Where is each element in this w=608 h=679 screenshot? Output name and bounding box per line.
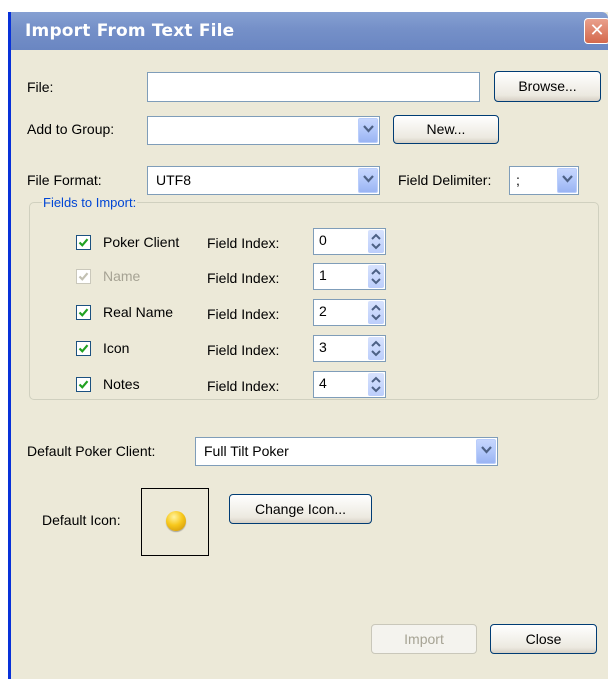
file-label: File: (27, 79, 54, 95)
group-select[interactable] (147, 116, 380, 145)
spin-arrows-icon[interactable] (368, 265, 384, 288)
checkbox-real-name[interactable] (76, 305, 91, 320)
default-icon-preview (141, 488, 209, 556)
field-index-spinner-notes[interactable]: 4 (313, 371, 386, 398)
file-format-select[interactable]: UTF8 (147, 166, 380, 195)
field-index-spinner-icon[interactable]: 3 (313, 335, 386, 362)
field-delimiter-label: Field Delimiter: (398, 172, 492, 188)
file-format-label: File Format: (27, 172, 102, 188)
close-window-button[interactable]: ✕ (584, 18, 608, 44)
field-name-poker-client: Poker Client (103, 234, 180, 250)
checkbox-notes[interactable] (76, 377, 91, 392)
field-name-icon: Icon (103, 340, 130, 356)
change-icon-button[interactable]: Change Icon... (229, 494, 372, 524)
field-delimiter-select[interactable]: ; (509, 166, 579, 195)
checkmark-icon (78, 380, 89, 389)
field-index-label: Field Index: (207, 306, 280, 322)
checkbox-icon[interactable] (76, 341, 91, 356)
field-index-label: Field Index: (207, 270, 280, 286)
title-bar[interactable]: Import From Text File ✕ (11, 12, 608, 50)
chevron-down-icon[interactable] (476, 439, 496, 464)
new-group-button[interactable]: New... (393, 115, 499, 144)
field-index-label: Field Index: (207, 235, 280, 251)
default-icon-label: Default Icon: (42, 512, 121, 528)
chevron-down-icon[interactable] (358, 118, 378, 143)
checkmark-icon (78, 238, 89, 247)
add-to-group-label: Add to Group: (27, 121, 115, 137)
checkmark-icon (78, 344, 89, 353)
gold-chip-icon (166, 511, 186, 531)
default-poker-client-label: Default Poker Client: (27, 443, 156, 459)
spin-arrows-icon[interactable] (368, 230, 384, 253)
checkmark-icon (78, 308, 89, 317)
field-index-label: Field Index: (207, 342, 280, 358)
chevron-down-icon[interactable] (557, 168, 577, 193)
default-poker-client-select[interactable]: Full Tilt Poker (195, 437, 498, 466)
field-index-spinner-real-name[interactable]: 2 (313, 299, 386, 326)
spin-arrows-icon[interactable] (368, 301, 384, 324)
field-index-spinner-poker-client[interactable]: 0 (313, 228, 386, 255)
close-icon: ✕ (589, 20, 605, 41)
file-path-input[interactable] (147, 72, 480, 102)
checkbox-name (76, 269, 91, 284)
import-button[interactable]: Import (371, 624, 477, 654)
field-index-spinner-name[interactable]: 1 (313, 263, 386, 290)
chevron-down-icon[interactable] (358, 168, 378, 193)
field-name-name: Name (103, 268, 141, 284)
spin-arrows-icon[interactable] (368, 337, 384, 360)
browse-button[interactable]: Browse... (494, 71, 601, 102)
checkmark-icon (78, 272, 89, 281)
dialog-title: Import From Text File (25, 21, 235, 41)
close-button[interactable]: Close (490, 624, 597, 654)
field-name-real-name: Real Name (103, 304, 174, 320)
fields-to-import-legend: Fields to Import: (42, 195, 138, 210)
field-name-notes: Notes (103, 376, 140, 392)
checkbox-poker-client[interactable] (76, 235, 91, 250)
field-index-label: Field Index: (207, 378, 280, 394)
spin-arrows-icon[interactable] (368, 373, 384, 396)
